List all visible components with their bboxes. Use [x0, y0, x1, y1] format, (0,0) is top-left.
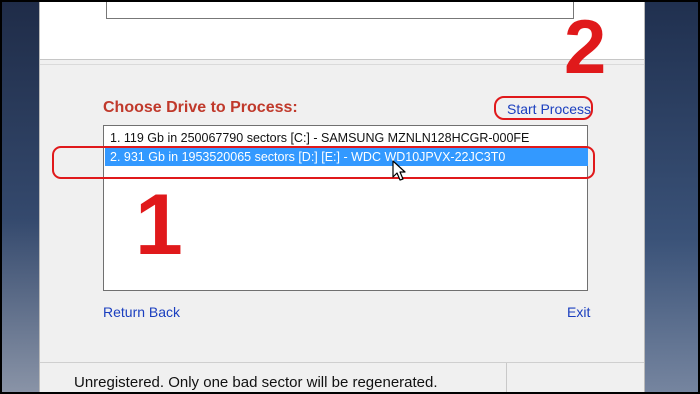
top-output-box: [106, 2, 574, 19]
annotation-step-1: 1: [135, 177, 183, 273]
exit-link[interactable]: Exit: [567, 304, 590, 320]
choose-drive-heading: Choose Drive to Process:: [103, 99, 298, 116]
top-panel: [40, 2, 644, 60]
desktop-background-right: [642, 2, 698, 392]
desktop-background-left: [2, 2, 40, 392]
start-process-annotation-circle: [494, 96, 593, 120]
screenshot-frame: Choose Drive to Process: Start Process 1…: [0, 0, 700, 394]
selected-drive-annotation-box: [52, 146, 595, 179]
status-text: Unregistered. Only one bad sector will b…: [74, 374, 438, 391]
return-back-link[interactable]: Return Back: [103, 304, 180, 320]
status-bar: Unregistered. Only one bad sector will b…: [40, 362, 644, 392]
drive-selection-panel: Choose Drive to Process: Start Process 1…: [40, 64, 644, 359]
status-divider: [506, 363, 507, 392]
mouse-cursor-icon: [392, 160, 406, 181]
annotation-step-2: 2: [564, 5, 607, 90]
hdd-regenerator-window: Choose Drive to Process: Start Process 1…: [39, 2, 645, 392]
drive-item-1[interactable]: 1. 119 Gb in 250067790 sectors [C:] - SA…: [105, 129, 588, 147]
